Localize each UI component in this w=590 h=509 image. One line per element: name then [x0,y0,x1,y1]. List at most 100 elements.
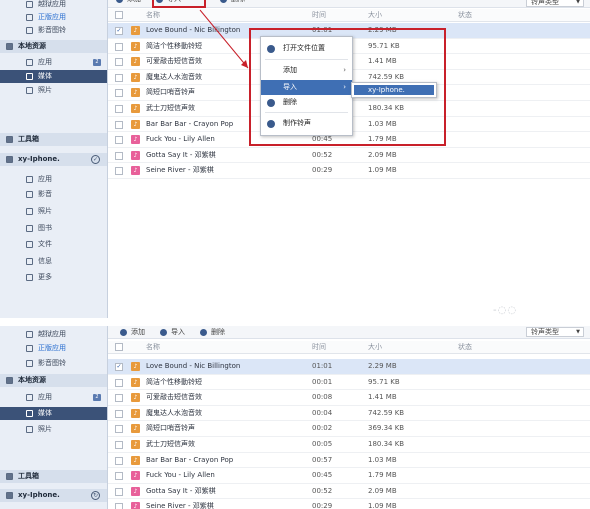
sidebar-item-local-media[interactable]: 媒体 [0,407,107,420]
menu-import[interactable]: 导入 › [261,80,352,95]
ringtone-icon [267,120,275,128]
song-duration: 00:01 [312,377,333,386]
sidebar-item-device-photos[interactable]: 照片 [0,205,107,218]
header-name[interactable]: 名称 [146,9,160,22]
sidebar-item-local-apps[interactable]: 应用 2 [0,391,107,404]
row-checkbox[interactable]: ✓ [115,363,123,371]
row-checkbox[interactable] [115,120,123,129]
table-row[interactable]: ✓ ♪ Love Bound - Nic Billington 01:01 2.29 M… [108,359,590,375]
apps-icon [26,59,33,66]
song-size: 742.59 KB [368,408,405,417]
header-size[interactable]: 大小 [368,341,382,354]
table-row[interactable]: ♪ Bar Bar Bar - Crayon Pop 00:57 1.03 MB [108,453,590,469]
row-checkbox[interactable] [115,472,123,481]
song-size: 1.41 MB [368,393,397,402]
sidebar-item-device-files[interactable]: 文件 [0,238,107,251]
sidebar-item-app-store[interactable]: 正版应用 [0,11,107,24]
table-row[interactable]: ♪ Fuck You - Lily Allen 00:45 1.79 MB [108,468,590,484]
delete-button[interactable]: 删除 [200,326,225,339]
menu-make-ringtone[interactable]: 制作铃声 [261,116,352,131]
table-row[interactable]: ♪ 可爱敲击短信音效 00:08 1.41 MB [108,390,590,406]
row-checkbox[interactable] [115,42,123,51]
submenu-device-item[interactable]: xy-Iphone. [354,85,434,95]
sort-dropdown[interactable]: 铃声类型 ▼ [526,0,584,7]
sidebar-item-jailbreak-apps[interactable]: 越狱应用 [0,0,107,11]
table-row[interactable]: ♪ 简洁个性移動铃短 00:01 95.71 KB [108,375,590,391]
music-file-icon: ♪ [131,57,140,67]
sidebar-group-local[interactable]: 本地资源 [0,40,107,53]
import-button[interactable]: 导入 [160,326,185,339]
table-row[interactable]: ♪ Seine River - 邓紫棋 00:29 1.09 MB [108,499,590,509]
select-all-checkbox[interactable] [115,11,123,19]
sidebar-group-device[interactable]: xy-Iphone. ↻ [0,489,107,502]
row-checkbox[interactable] [115,105,123,113]
table-row[interactable]: ♪ 简短口哨音铃声 00:02 369.34 KB [108,421,590,437]
table-row[interactable]: ♪ 武士刀短信声效 00:05 180.34 KB [108,437,590,453]
sidebar-item-ringtones[interactable]: 影音图铃 [0,357,107,370]
sidebar-item-device-messages[interactable]: 信息 [0,255,107,268]
delete-icon [267,99,275,107]
menu-open-location[interactable]: 打开文件位置 [261,41,352,56]
sidebar-group-toolbox[interactable]: 工具箱 [0,133,107,146]
sidebar-item-device-books[interactable]: 图书 [0,222,107,235]
row-checkbox[interactable] [115,73,123,82]
sort-dropdown-value: 铃声类型 [531,0,559,6]
table-row[interactable]: ♪ Seine River - 邓紫棋 00:29 1.09 MB [108,163,590,179]
table-row[interactable]: ♪ 魔鬼达人水泡音效 00:04 742.59 KB [108,406,590,422]
sidebar-item-local-apps[interactable]: 应用 2 [0,56,107,69]
header-time[interactable]: 时间 [312,9,326,22]
song-duration: 00:04 [312,408,333,417]
row-checkbox[interactable] [115,425,123,434]
music-file-icon: ♪ [131,486,140,496]
film-icon [26,191,33,198]
song-size: 95.71 KB [368,377,400,386]
row-checkbox[interactable] [115,89,123,98]
message-icon [26,258,33,265]
sidebar: 越狱应用 正版应用 影音图铃 本地资源 应用 2 媒体 照片 工具箱 xy-Ip… [0,326,108,509]
row-checkbox[interactable] [115,136,123,145]
table-row[interactable]: ♪ Gotta Say It - 邓紫棋 00:52 2.09 MB [108,484,590,500]
sidebar-item-device-apps[interactable]: 应用 [0,173,107,186]
sidebar-item-ringtones[interactable]: 影音图铃 [0,24,107,37]
music-file-icon: ♪ [131,119,140,129]
header-name[interactable]: 名称 [146,341,160,354]
select-all-checkbox[interactable] [115,343,123,351]
row-checkbox[interactable] [115,487,123,496]
row-checkbox[interactable] [115,58,123,67]
add-button[interactable]: 添加 [116,0,141,6]
apps-icon [26,394,33,401]
music-note-icon [26,360,33,367]
row-checkbox[interactable] [115,456,123,465]
header-status[interactable]: 状态 [458,341,472,354]
delete-button[interactable]: 删除 [220,0,245,6]
header-status[interactable]: 状态 [458,9,472,22]
sidebar-item-local-media[interactable]: 媒体 [0,70,107,83]
song-name: 武士刀短信声效 [146,104,195,112]
sidebar-group-toolbox[interactable]: 工具箱 [0,470,107,483]
row-checkbox[interactable] [115,151,123,160]
row-checkbox[interactable]: ✓ [115,27,123,35]
sort-dropdown[interactable]: 铃声类型 ▼ [526,327,584,337]
row-checkbox[interactable] [115,394,123,403]
add-icon [116,0,123,3]
row-checkbox[interactable] [115,441,123,449]
sidebar-item-device-more[interactable]: 更多 [0,271,107,284]
sidebar-item-local-photos[interactable]: 照片 [0,423,107,436]
sidebar-item-jailbreak-apps[interactable]: 越狱应用 [0,328,107,341]
row-checkbox[interactable] [115,409,123,418]
add-button[interactable]: 添加 [120,326,145,339]
sidebar-item-device-video[interactable]: 影音 [0,188,107,201]
sidebar-item-local-photos[interactable]: 照片 [0,84,107,97]
row-checkbox[interactable] [115,378,123,387]
header-time[interactable]: 时间 [312,341,326,354]
sidebar-item-app-store[interactable]: 正版应用 [0,342,107,355]
row-checkbox[interactable] [115,503,123,509]
menu-add[interactable]: 添加 › [261,63,352,78]
header-size[interactable]: 大小 [368,9,382,22]
song-name: Fuck You - Lily Allen [146,471,215,480]
sidebar-group-local[interactable]: 本地资源 [0,374,107,387]
sidebar-group-device[interactable]: xy-Iphone. ✓ [0,153,107,166]
row-checkbox[interactable] [115,167,123,176]
table-row[interactable]: ♪ Gotta Say It - 邓紫棋 00:52 2.09 MB [108,148,590,164]
menu-delete[interactable]: 删除 [261,95,352,110]
